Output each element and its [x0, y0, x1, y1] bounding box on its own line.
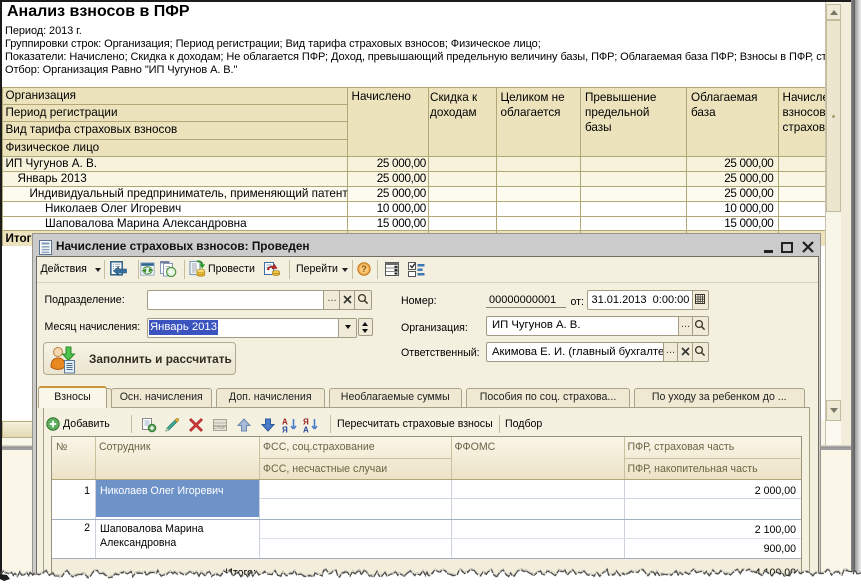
- svg-text:?: ?: [361, 264, 367, 274]
- svg-text:А: А: [303, 425, 309, 433]
- svg-text:СТОП: СТОП: [213, 425, 227, 431]
- svg-text:Я: Я: [282, 425, 288, 433]
